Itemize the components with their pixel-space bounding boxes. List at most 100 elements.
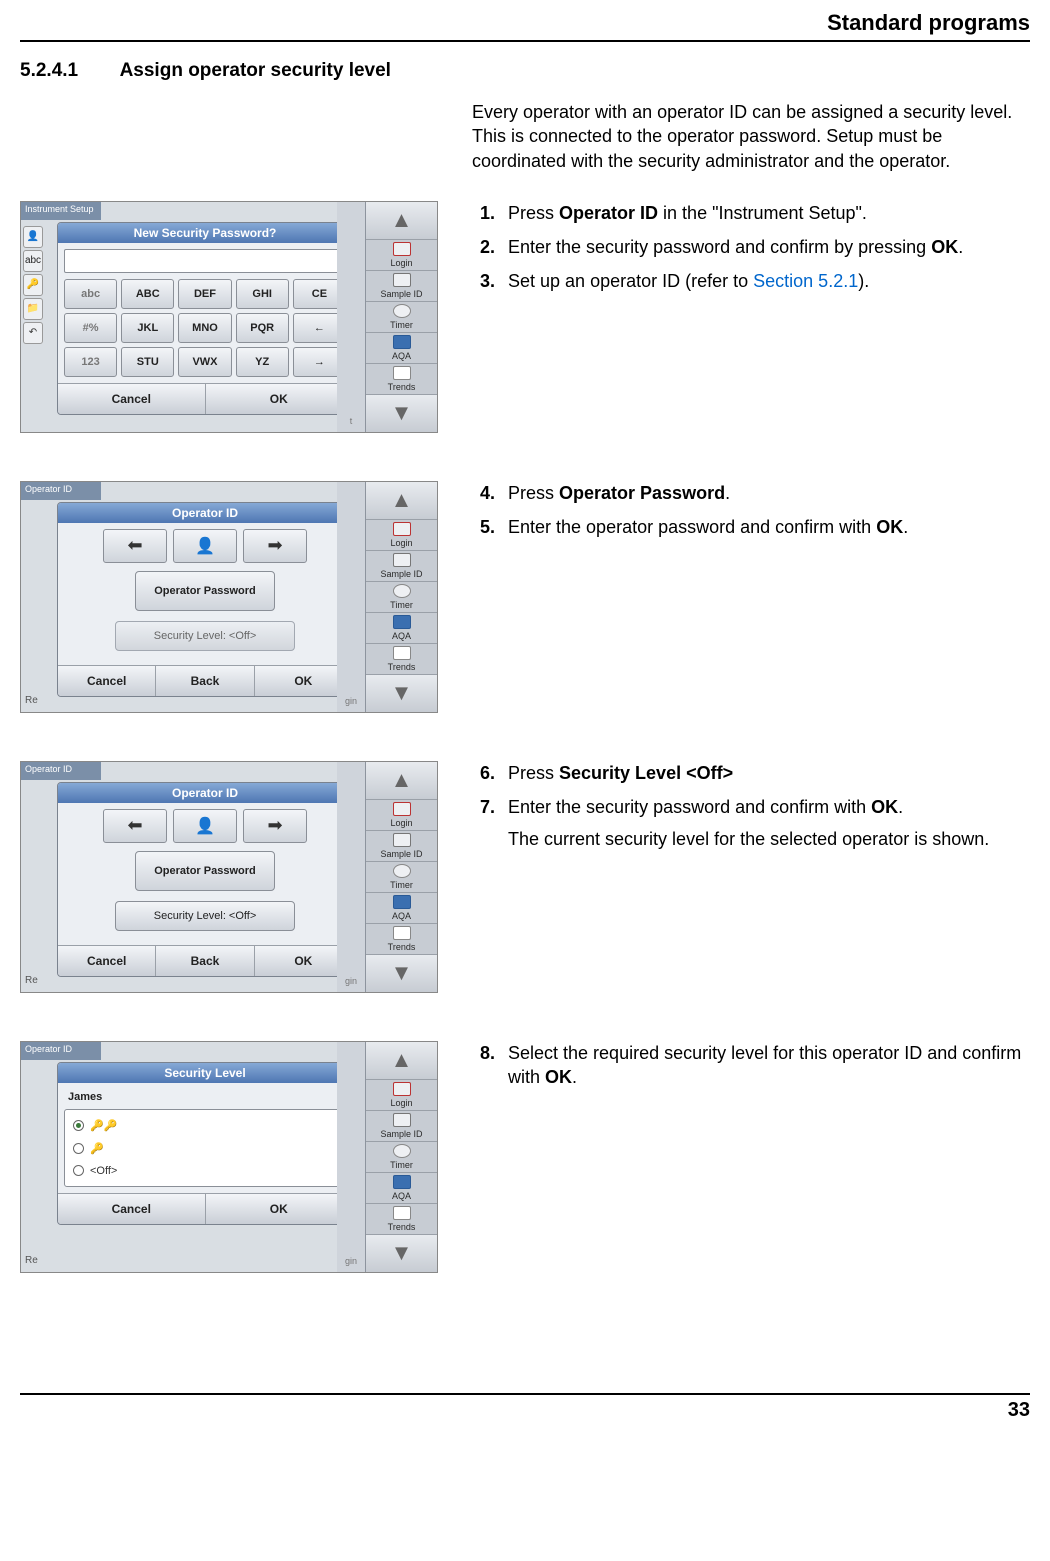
scroll-down-icon[interactable]: ▼: [366, 674, 437, 712]
fig2-dialog-title: Operator ID: [58, 503, 352, 523]
sample-icon: [393, 1113, 411, 1127]
scroll-up-icon[interactable]: ▲: [366, 482, 437, 520]
sidebar-item-trends[interactable]: Trends: [366, 644, 437, 674]
fig1-dialog-title: New Security Password?: [58, 223, 352, 243]
sidebar-item-timer[interactable]: Timer: [366, 302, 437, 333]
undo-icon[interactable]: ↶: [23, 322, 43, 344]
sidebar-label: Trends: [388, 1222, 416, 1232]
sidebar-label: AQA: [392, 351, 411, 361]
sidebar-label: AQA: [392, 911, 411, 921]
sidebar-item-trends[interactable]: Trends: [366, 1204, 437, 1234]
operator-password-button[interactable]: Operator Password: [135, 571, 275, 611]
sidebar-label: Timer: [390, 600, 413, 610]
fig2-cancel-button[interactable]: Cancel: [58, 665, 155, 696]
fig1-ok-button[interactable]: OK: [205, 383, 353, 414]
key-DEF[interactable]: DEF: [178, 279, 231, 309]
top-rule: [20, 40, 1030, 42]
fig2-back-button[interactable]: Back: [155, 665, 253, 696]
running-head: Standard programs: [20, 0, 1030, 40]
timer-icon: [393, 864, 411, 878]
key-YZ[interactable]: YZ: [236, 347, 289, 377]
sidebar-item-aqa[interactable]: AQA: [366, 333, 437, 364]
key-JKL[interactable]: JKL: [121, 313, 174, 343]
sidebar-item-sample[interactable]: Sample ID: [366, 831, 437, 862]
sidebar-item-aqa[interactable]: AQA: [366, 893, 437, 924]
fig1-dialog: New Security Password? abc ABC DEF GHI C…: [57, 222, 353, 415]
operator-password-button[interactable]: Operator Password: [135, 851, 275, 891]
fig4-ok-button[interactable]: OK: [205, 1193, 353, 1224]
fig3-cancel-button[interactable]: Cancel: [58, 945, 155, 976]
key-abc[interactable]: abc: [64, 279, 117, 309]
folder-icon[interactable]: 📁: [23, 298, 43, 320]
current-operator-icon[interactable]: 👤: [173, 529, 237, 563]
sidebar-item-login[interactable]: Login: [366, 240, 437, 271]
sidebar-item-timer[interactable]: Timer: [366, 582, 437, 613]
sidebar-item-trends[interactable]: Trends: [366, 924, 437, 954]
sidebar-item-timer[interactable]: Timer: [366, 862, 437, 893]
next-operator-button[interactable]: ➡: [243, 529, 307, 563]
login-icon: [393, 242, 411, 256]
current-operator-icon[interactable]: 👤: [173, 809, 237, 843]
fig3-back-button[interactable]: Back: [155, 945, 253, 976]
prev-operator-button[interactable]: ⬅: [103, 529, 167, 563]
fig2-dialog: Operator ID ⬅ 👤 ➡ Operator Password Secu…: [57, 502, 353, 697]
double-key-icon: 🔑🔑: [90, 1119, 117, 1132]
scroll-up-icon[interactable]: ▲: [366, 1042, 437, 1080]
sidebar-item-login[interactable]: Login: [366, 1080, 437, 1111]
sidebar-label: Timer: [390, 1160, 413, 1170]
key-sym[interactable]: #%: [64, 313, 117, 343]
key-VWX[interactable]: VWX: [178, 347, 231, 377]
person-icon[interactable]: 👤: [23, 226, 43, 248]
sidebar-item-aqa[interactable]: AQA: [366, 613, 437, 644]
steps-list-3: Press Security Level <Off> Enter the sec…: [472, 761, 1030, 852]
section-title: Assign operator security level: [120, 60, 391, 81]
scroll-up-icon[interactable]: ▲: [366, 762, 437, 800]
prev-operator-button[interactable]: ⬅: [103, 809, 167, 843]
fig2-left-label: Re: [25, 695, 38, 706]
fig1-cancel-button[interactable]: Cancel: [58, 383, 205, 414]
step-1: Press Operator ID in the "Instrument Set…: [500, 201, 1030, 225]
security-level-option-low[interactable]: 🔑: [71, 1137, 339, 1160]
scroll-down-icon[interactable]: ▼: [366, 1234, 437, 1272]
sidebar-label: Login: [390, 818, 412, 828]
sidebar-label: Trends: [388, 662, 416, 672]
scroll-up-icon[interactable]: ▲: [366, 202, 437, 240]
trends-icon: [393, 926, 411, 940]
scroll-down-icon[interactable]: ▼: [366, 954, 437, 992]
step-block-3: Operator ID Re Operator ID ⬅ 👤 ➡ Operato…: [20, 761, 1030, 993]
sidebar-item-aqa[interactable]: AQA: [366, 1173, 437, 1204]
key-ABC[interactable]: ABC: [121, 279, 174, 309]
key-STU[interactable]: STU: [121, 347, 174, 377]
sidebar-item-timer[interactable]: Timer: [366, 1142, 437, 1173]
sidebar-item-login[interactable]: Login: [366, 800, 437, 831]
sidebar-item-sample[interactable]: Sample ID: [366, 271, 437, 302]
section-link-5-2-1[interactable]: Section 5.2.1: [753, 271, 858, 291]
key-PQR[interactable]: PQR: [236, 313, 289, 343]
security-level-option-off[interactable]: <Off>: [71, 1160, 339, 1182]
sidebar-item-sample[interactable]: Sample ID: [366, 1111, 437, 1142]
fig1-bg-label: t: [337, 202, 365, 432]
section-heading: 5.2.4.1 Assign operator security level: [20, 60, 1030, 82]
abc-toggle-icon[interactable]: abc: [23, 250, 43, 272]
sidebar-item-trends[interactable]: Trends: [366, 364, 437, 394]
fig1-topbar: Instrument Setup: [21, 202, 101, 220]
fig3-dialog-title: Operator ID: [58, 783, 352, 803]
aqa-icon: [393, 1175, 411, 1189]
security-level-option-high[interactable]: 🔑🔑: [71, 1114, 339, 1137]
fig4-cancel-button[interactable]: Cancel: [58, 1193, 205, 1224]
scroll-down-icon[interactable]: ▼: [366, 394, 437, 432]
security-level-button[interactable]: Security Level: <Off>: [115, 901, 295, 931]
off-label: <Off>: [90, 1165, 117, 1177]
key-123[interactable]: 123: [64, 347, 117, 377]
timer-icon: [393, 584, 411, 598]
next-operator-button[interactable]: ➡: [243, 809, 307, 843]
fig4-dialog-title: Security Level: [58, 1063, 352, 1083]
key-MNO[interactable]: MNO: [178, 313, 231, 343]
sidebar-item-login[interactable]: Login: [366, 520, 437, 551]
key-GHI[interactable]: GHI: [236, 279, 289, 309]
step-7-extra: The current security level for the selec…: [508, 827, 1030, 851]
sidebar-item-sample[interactable]: Sample ID: [366, 551, 437, 582]
key-icon[interactable]: 🔑: [23, 274, 43, 296]
fig4-left-label: Re: [25, 1255, 38, 1266]
password-input[interactable]: [64, 249, 346, 273]
